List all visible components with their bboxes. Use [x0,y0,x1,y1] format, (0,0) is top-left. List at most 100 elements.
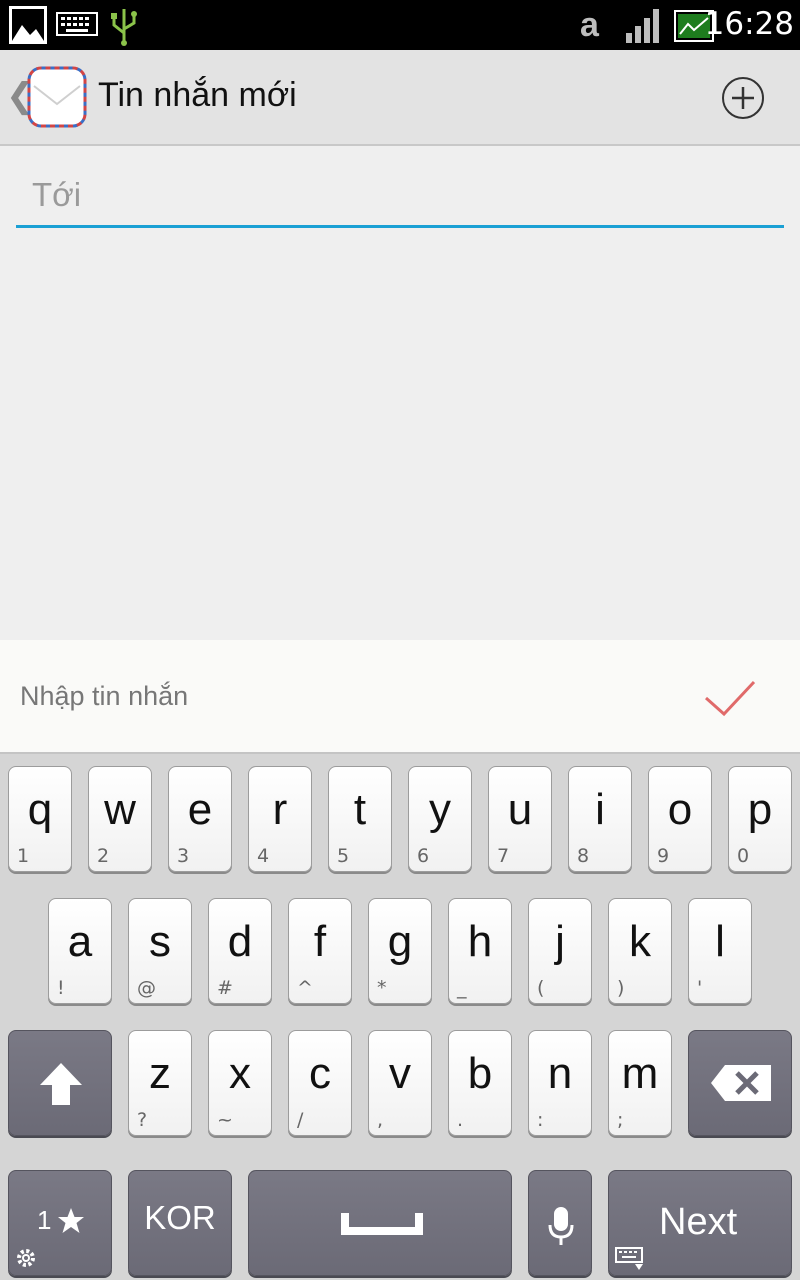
key-label: q [27,785,53,834]
space-key[interactable] [248,1170,512,1276]
key-secondary-label: 3 [177,845,190,867]
soft-keyboard: q 1 w 2 e 3 r 4 t 5 y 6 u 7 i 8 o 9 p 0 a! s @ d # f ^ g * h _ j(k) l ' z?… [0,752,800,1280]
key-label: m [621,1049,659,1098]
key-label: l [715,917,725,966]
key-label: u [507,785,533,834]
key-j[interactable]: j( [528,898,592,1004]
key-label: n [547,1049,573,1098]
backspace-icon [711,1065,771,1101]
usb-icon [111,9,137,46]
key-label: i [595,785,605,834]
key-secondary-label: , [377,1109,384,1131]
key-secondary-label: * [377,977,387,999]
key-secondary-label: @ [137,977,156,999]
key-e[interactable]: e3 [168,766,232,872]
key-secondary-label: ! [57,977,65,999]
key-secondary-label: ^ [297,977,313,999]
key-label: y [429,785,451,834]
language-key[interactable]: KOR [128,1170,232,1276]
key-p[interactable]: p0 [728,766,792,872]
key-q[interactable]: q1 [8,766,72,872]
symbols-key[interactable]: 1 [8,1170,112,1276]
key-label: h [467,917,493,966]
key-s[interactable]: s @ [128,898,192,1004]
key-u[interactable]: u7 [488,766,552,872]
key-r[interactable]: r4 [248,766,312,872]
key-secondary-label: ? [137,1109,148,1131]
next-key[interactable]: Next [608,1170,792,1276]
key-label: c [309,1049,331,1098]
next-key-label: Next [659,1201,738,1243]
key-w[interactable]: w2 [88,766,152,872]
key-label: a [67,917,93,966]
key-n[interactable]: n: [528,1030,592,1136]
page-title: Tin nhắn mới [98,76,297,114]
shift-key[interactable] [8,1030,112,1136]
recipient-input[interactable] [16,166,784,224]
key-secondary-label: . [457,1109,464,1131]
key-secondary-label: 2 [97,845,110,867]
messaging-app-icon[interactable] [26,64,88,130]
key-g[interactable]: g * [368,898,432,1004]
add-contact-button[interactable] [719,74,767,122]
key-secondary-label: ~ [217,1109,233,1131]
key-y[interactable]: y6 [408,766,472,872]
star-icon [58,1208,84,1233]
send-check-icon[interactable] [702,676,758,720]
key-h[interactable]: h _ [448,898,512,1004]
key-label: w [104,785,136,834]
key-k[interactable]: k) [608,898,672,1004]
keyboard-notification-icon [56,12,98,36]
key-b[interactable]: b. [448,1030,512,1136]
signal-bars-icon [626,9,659,43]
settings-gear-icon [17,1249,35,1267]
key-label: x [229,1049,251,1098]
key-o[interactable]: o9 [648,766,712,872]
space-bar-icon [341,1213,423,1235]
language-key-label: KOR [144,1199,216,1236]
status-bar: a 16:28 [0,0,800,50]
shift-arrow-icon [40,1063,82,1105]
key-secondary-label: 4 [257,845,270,867]
backspace-key[interactable] [688,1030,792,1136]
key-secondary-label: 7 [497,845,510,867]
key-secondary-label: 5 [337,845,350,867]
key-m[interactable]: m; [608,1030,672,1136]
compose-bar [0,640,800,752]
key-label: s [149,917,171,966]
key-secondary-label: _ [457,977,467,999]
key-secondary-label: ) [617,977,625,999]
message-input[interactable] [20,674,660,718]
key-secondary-label: 6 [417,845,430,867]
clock: 16:28 [704,6,794,42]
key-label: v [389,1049,411,1098]
key-secondary-label: ; [617,1109,624,1131]
key-secondary-label: 1 [17,845,30,867]
key-z[interactable]: z? [128,1030,192,1136]
key-i[interactable]: i8 [568,766,632,872]
key-a[interactable]: a! [48,898,112,1004]
key-f[interactable]: f ^ [288,898,352,1004]
key-d[interactable]: d # [208,898,272,1004]
key-v[interactable]: v, [368,1030,432,1136]
microphone-icon [548,1207,574,1245]
key-secondary-label: 9 [657,845,670,867]
recipient-field [16,166,784,228]
key-label: k [629,917,651,966]
key-label: p [747,785,773,834]
key-t[interactable]: t5 [328,766,392,872]
key-l[interactable]: l ' [688,898,752,1004]
key-secondary-label: # [217,977,233,999]
key-c[interactable]: c / [288,1030,352,1136]
key-secondary-label: ' [697,977,703,999]
image-notification-icon [9,6,47,44]
action-bar: ❮ Tin nhắn mới [0,50,800,146]
key-secondary-label: : [537,1109,544,1131]
key-x[interactable]: x ~ [208,1030,272,1136]
key-label: e [187,785,213,834]
symbols-key-label: 1 [37,1205,52,1235]
key-secondary-label: ( [537,977,545,999]
voice-input-key[interactable] [528,1170,592,1276]
key-label: f [313,917,327,966]
key-secondary-label: 8 [577,845,590,867]
